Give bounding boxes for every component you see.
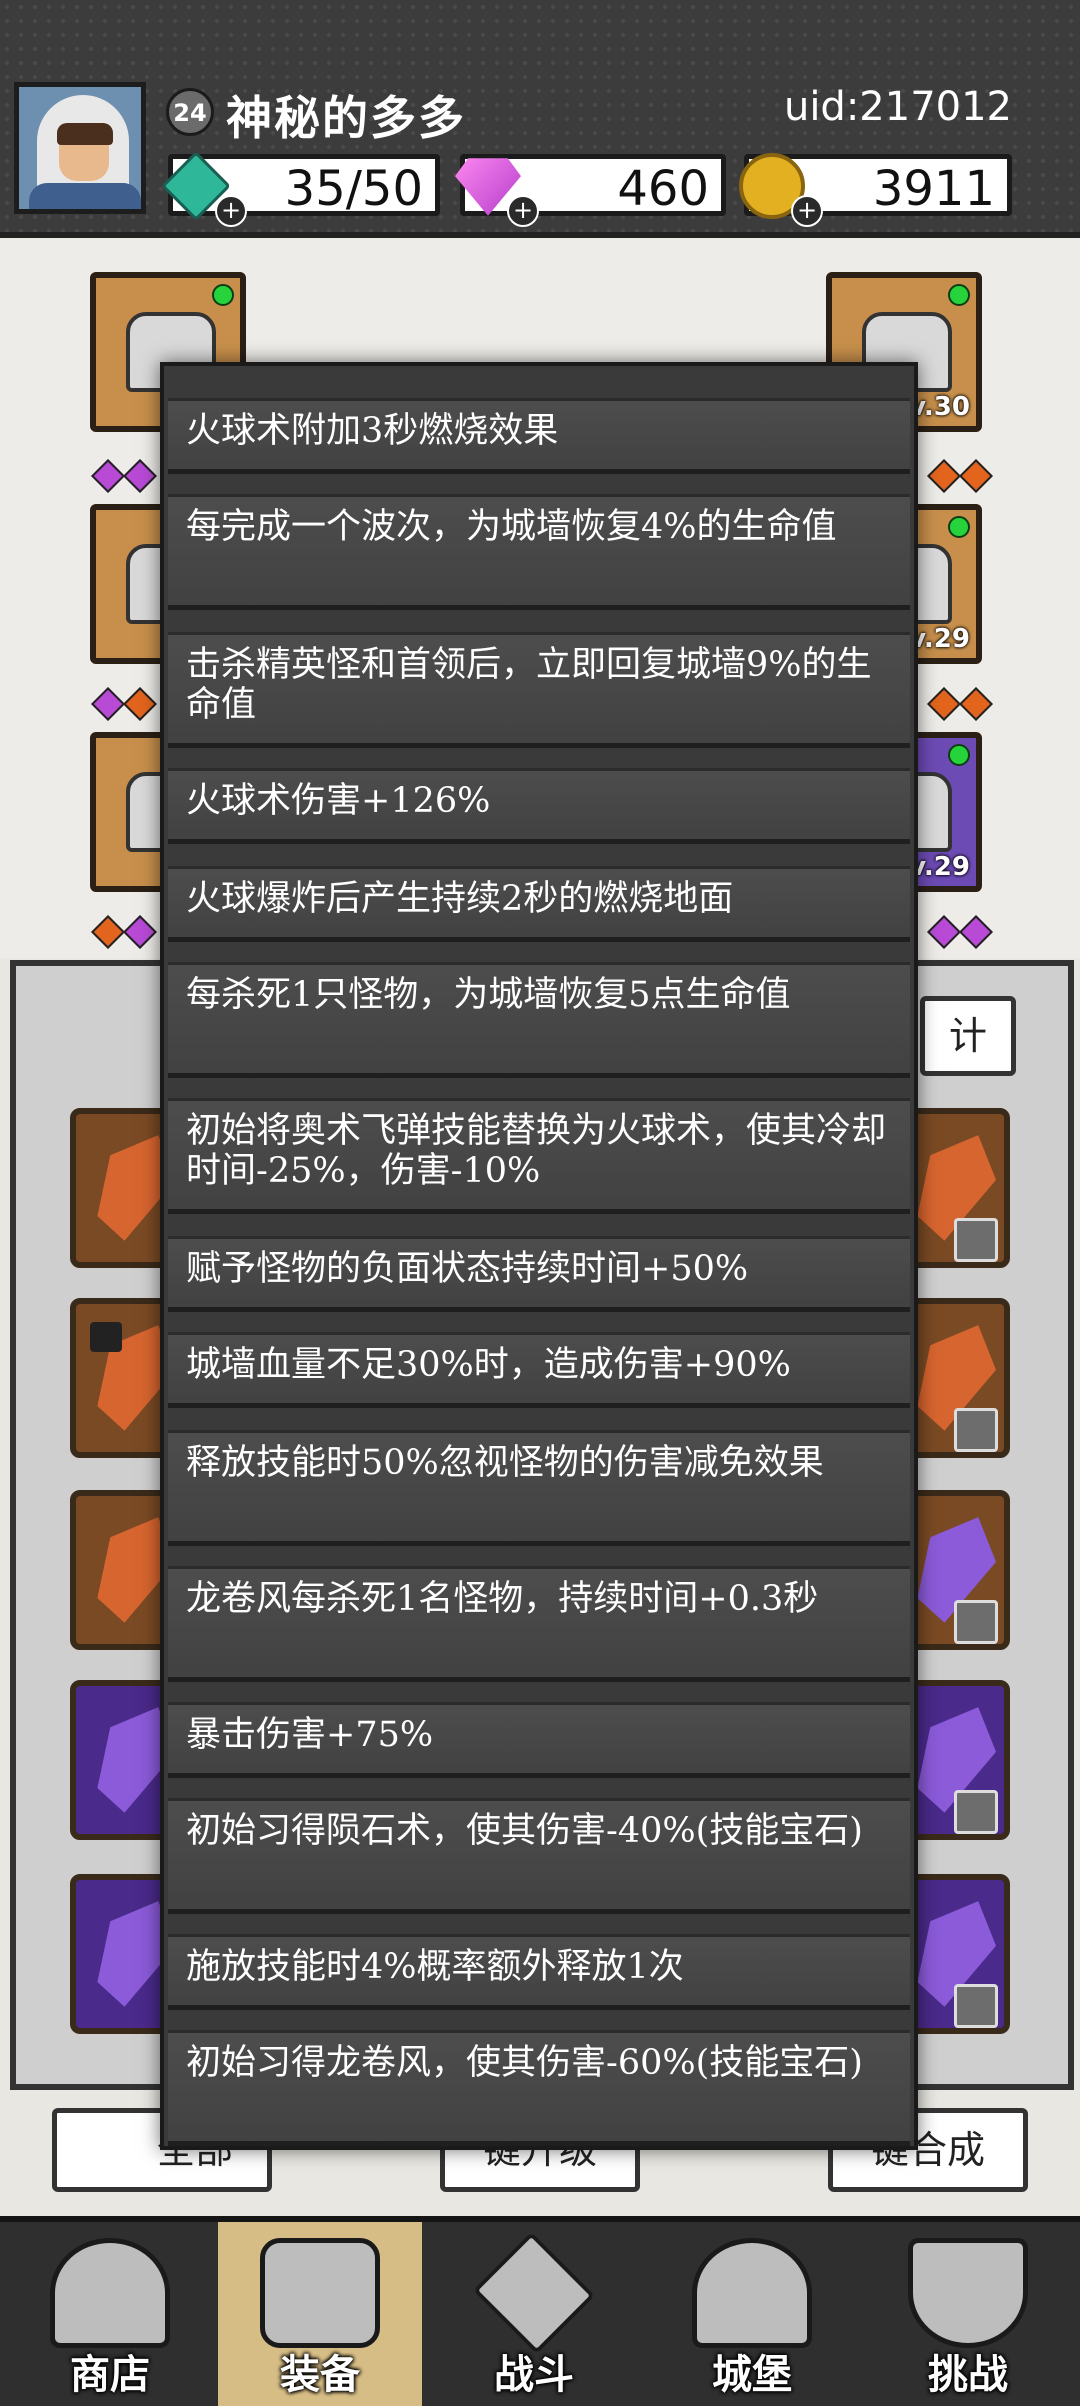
gold-value: 3911 xyxy=(872,161,995,217)
effect-item: 火球爆炸后产生持续2秒的燃烧地面 xyxy=(168,866,910,942)
effect-item: 施放技能时4%概率额外释放1次 xyxy=(168,1934,910,2010)
helmet-type-icon xyxy=(954,1984,998,2028)
effect-item: 火球术附加3秒燃烧效果 xyxy=(168,398,910,474)
nav-shop[interactable]: 商店 xyxy=(8,2222,212,2406)
effect-item: 每杀死1只怪物，为城墙恢复5点生命值 xyxy=(168,962,910,1078)
nav-label: 战斗 xyxy=(494,2352,574,2398)
add-gem-icon[interactable]: + xyxy=(507,195,539,227)
nav-battle[interactable]: 战斗 xyxy=(432,2222,636,2406)
boots-type-icon xyxy=(954,1218,998,1262)
energy-value: 35/50 xyxy=(284,161,423,217)
effect-item: 每完成一个波次，为城墙恢复4%的生命值 xyxy=(168,494,910,610)
add-energy-icon[interactable]: + xyxy=(215,195,247,227)
nav-challenge[interactable]: 挑战 xyxy=(866,2222,1070,2406)
gold-counter[interactable]: + 3911 xyxy=(739,153,1012,227)
crossed-swords-icon xyxy=(473,2232,595,2354)
shield-icon xyxy=(908,2238,1028,2348)
effect-item: 初始习得龙卷风，使其伤害-60%(技能宝石) xyxy=(168,2030,910,2146)
effect-item: 龙卷风每杀死1名怪物，持续时间+0.3秒 xyxy=(168,1566,910,1682)
castle-icon xyxy=(692,2238,812,2348)
gem-value: 460 xyxy=(617,161,709,217)
nav-equipment[interactable]: 装备 xyxy=(218,2222,422,2406)
stats-tab-label: 计 xyxy=(948,1014,987,1058)
effect-item: 城墙血量不足30%时，造成伤害+90% xyxy=(168,1332,910,1408)
shop-icon xyxy=(50,2238,170,2348)
effect-item: 击杀精英怪和首领后，立即回复城墙9%的生命值 xyxy=(168,632,910,748)
player-name: 神秘的多多 xyxy=(226,91,466,145)
nav-label: 装备 xyxy=(280,2352,360,2398)
backpack-icon xyxy=(260,2238,380,2348)
gem-counter[interactable]: + 460 xyxy=(455,154,726,227)
energy-counter[interactable]: + 35/50 xyxy=(160,150,440,227)
nav-label: 城堡 xyxy=(712,2352,792,2398)
player-uid: uid:217012 xyxy=(783,84,1012,130)
armor-type-icon xyxy=(954,1790,998,1834)
player-avatar[interactable] xyxy=(14,82,146,214)
nav-castle[interactable]: 城堡 xyxy=(650,2222,854,2406)
player-level-badge: 24 xyxy=(166,88,214,136)
stats-tab[interactable]: 计 xyxy=(920,996,1016,1076)
effect-item: 初始将奥术飞弹技能替换为火球术，使其冷却时间-25%，伤害-10% xyxy=(168,1098,910,1214)
lock-icon xyxy=(90,1322,122,1352)
effect-item: 暴击伤害+75% xyxy=(168,1702,910,1778)
bottom-nav: 商店 装备 战斗 城堡 挑战 xyxy=(0,2216,1080,2406)
effect-item: 火球术伤害+126% xyxy=(168,768,910,844)
player-header: 24 神秘的多多 uid:217012 + 35/50 + 460 + 3911 xyxy=(0,0,1080,238)
add-gold-icon[interactable]: + xyxy=(791,195,823,227)
amulet-type-icon xyxy=(954,1600,998,1644)
ring-type-icon xyxy=(954,1408,998,1452)
nav-label: 挑战 xyxy=(928,2352,1008,2398)
effect-item: 初始习得陨石术，使其伤害-40%(技能宝石) xyxy=(168,1798,910,1914)
nav-label: 商店 xyxy=(70,2352,150,2398)
effect-item: 释放技能时50%忽视怪物的伤害减免效果 xyxy=(168,1430,910,1546)
effect-item: 赋予怪物的负面状态持续时间+50% xyxy=(168,1236,910,1312)
